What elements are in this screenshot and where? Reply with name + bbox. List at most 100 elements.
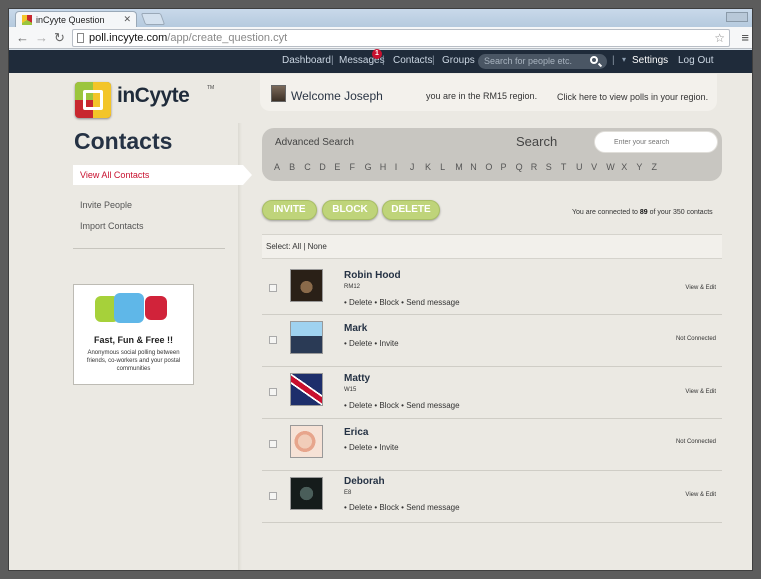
avatar[interactable] <box>271 85 286 102</box>
welcome-greeting: Welcome Joseph <box>291 89 383 103</box>
alpha-letter-p[interactable]: P <box>501 162 507 172</box>
alpha-letter-a[interactable]: A <box>274 162 280 172</box>
alpha-letter-m[interactable]: M <box>455 162 463 172</box>
select-row[interactable]: Select: All | None <box>262 234 722 259</box>
contact-name[interactable]: Deborah <box>344 476 385 487</box>
alpha-letter-t[interactable]: T <box>561 162 567 172</box>
contact-region: RM12 <box>344 284 361 290</box>
contact-actions[interactable]: • Delete • Invite <box>344 443 399 452</box>
forward-arrow-icon[interactable]: → <box>35 30 48 46</box>
page-title: Contacts <box>74 128 173 154</box>
contact-photo[interactable] <box>290 373 323 406</box>
browser-window: inCyyte Question ✕ ← → ↻ poll.incyyte.co… <box>8 8 753 571</box>
tab-close-icon[interactable]: ✕ <box>123 14 131 25</box>
tab-bar: inCyyte Question ✕ <box>9 9 752 27</box>
alpha-letter-f[interactable]: F <box>350 162 356 172</box>
contact-status[interactable]: View & Edit <box>685 389 716 395</box>
alpha-letter-r[interactable]: R <box>531 162 538 172</box>
region-text: you are in the RM15 region. <box>426 91 538 101</box>
alpha-letter-h[interactable]: H <box>380 162 387 172</box>
nav-logout[interactable]: Log Out <box>678 55 714 66</box>
alpha-letter-l[interactable]: L <box>440 162 445 172</box>
browser-tab[interactable]: inCyyte Question ✕ <box>15 11 137 27</box>
search-icon[interactable] <box>590 56 598 64</box>
nav-settings[interactable]: Settings <box>632 55 668 66</box>
page-icon <box>77 33 84 43</box>
contact-actions[interactable]: • Delete • Block • Send message <box>344 503 460 512</box>
sidebar-item-invite-people[interactable]: Invite People <box>80 200 132 210</box>
people-search-input[interactable]: Search for people etc. <box>478 54 607 69</box>
contact-region: W15 <box>344 387 357 393</box>
nav-separator: | <box>382 55 385 66</box>
contact-checkbox[interactable] <box>269 388 277 396</box>
advanced-search-link[interactable]: Advanced Search <box>275 137 354 148</box>
brand-trademark: TM <box>207 85 215 91</box>
contact-status[interactable]: View & Edit <box>685 492 716 498</box>
contact-checkbox[interactable] <box>269 492 277 500</box>
alpha-letter-v[interactable]: V <box>591 162 597 172</box>
alpha-letter-k[interactable]: K <box>425 162 431 172</box>
back-arrow-icon[interactable]: ← <box>16 30 29 46</box>
contact-name[interactable]: Robin Hood <box>344 270 401 281</box>
window-control-icon[interactable] <box>726 12 748 22</box>
nav-contacts[interactable]: Contacts <box>393 55 432 66</box>
browser-menu-icon[interactable]: ≡ <box>741 30 749 45</box>
contact-name[interactable]: Matty <box>344 373 370 384</box>
alpha-letter-x[interactable]: X <box>621 162 627 172</box>
contact-status[interactable]: Not Connected <box>676 439 716 445</box>
alpha-letter-e[interactable]: E <box>334 162 340 172</box>
alpha-letter-i[interactable]: I <box>395 162 398 172</box>
alpha-letter-j[interactable]: J <box>410 162 415 172</box>
alpha-letter-q[interactable]: Q <box>516 162 523 172</box>
contact-photo[interactable] <box>290 321 323 354</box>
contact-checkbox[interactable] <box>269 284 277 292</box>
nav-groups[interactable]: Groups <box>442 55 475 66</box>
connection-count: You are connected to 89 of your 350 cont… <box>572 209 713 216</box>
contact-name[interactable]: Erica <box>344 427 368 438</box>
alpha-letter-d[interactable]: D <box>319 162 326 172</box>
alpha-letter-u[interactable]: U <box>576 162 583 172</box>
page: Dashboard | Messages 1 | Contacts | Grou… <box>9 49 752 570</box>
alpha-letter-s[interactable]: S <box>546 162 552 172</box>
new-tab-button[interactable] <box>140 13 166 25</box>
nav-separator: | <box>432 55 435 66</box>
block-button[interactable]: BLOCK <box>322 200 378 220</box>
contact-actions[interactable]: • Delete • Block • Send message <box>344 401 460 410</box>
messages-badge: 1 <box>372 49 382 59</box>
top-navigation: Dashboard | Messages 1 | Contacts | Grou… <box>9 49 752 73</box>
alpha-letter-n[interactable]: N <box>470 162 477 172</box>
alpha-letter-w[interactable]: W <box>606 162 615 172</box>
alpha-letter-g[interactable]: G <box>365 162 372 172</box>
region-polls-link[interactable]: Click here to view polls in your region. <box>557 92 708 102</box>
promo-box[interactable]: Fast, Fun & Free !! Anonymous social pol… <box>73 284 194 385</box>
alpha-letter-o[interactable]: O <box>485 162 492 172</box>
nav-dashboard[interactable]: Dashboard <box>282 55 331 66</box>
alpha-letter-c[interactable]: C <box>304 162 311 172</box>
contact-status[interactable]: Not Connected <box>676 336 716 342</box>
table-row: Robin Hood RM12 • Delete • Block • Send … <box>262 263 722 315</box>
contact-photo[interactable] <box>290 269 323 302</box>
alpha-letter-y[interactable]: Y <box>636 162 642 172</box>
table-row: Deborah E8 • Delete • Block • Send messa… <box>262 471 722 523</box>
reload-icon[interactable]: ↻ <box>54 30 65 46</box>
contact-photo[interactable] <box>290 425 323 458</box>
bookmark-star-icon[interactable]: ☆ <box>714 31 725 45</box>
alpha-letter-b[interactable]: B <box>289 162 295 172</box>
incyyte-logo-icon[interactable] <box>75 82 111 118</box>
sidebar-item-view-all-contacts[interactable]: View All Contacts <box>73 165 252 185</box>
settings-chevron-icon: ▾ <box>622 55 627 64</box>
contact-checkbox[interactable] <box>269 440 277 448</box>
contact-name[interactable]: Mark <box>344 323 367 334</box>
contact-search-input[interactable] <box>594 131 718 153</box>
address-bar[interactable]: poll.incyyte.com/app/create_question.cyt… <box>72 29 730 47</box>
alpha-letter-z[interactable]: Z <box>652 162 658 172</box>
delete-button[interactable]: DELETE <box>382 200 440 220</box>
sidebar-item-import-contacts[interactable]: Import Contacts <box>80 221 144 231</box>
brand-name[interactable]: inCyyte <box>117 84 190 108</box>
contact-actions[interactable]: • Delete • Block • Send message <box>344 298 460 307</box>
invite-button[interactable]: INVITE <box>262 200 317 220</box>
contact-actions[interactable]: • Delete • Invite <box>344 339 399 348</box>
contact-checkbox[interactable] <box>269 336 277 344</box>
contact-photo[interactable] <box>290 477 323 510</box>
contact-status[interactable]: View & Edit <box>685 285 716 291</box>
